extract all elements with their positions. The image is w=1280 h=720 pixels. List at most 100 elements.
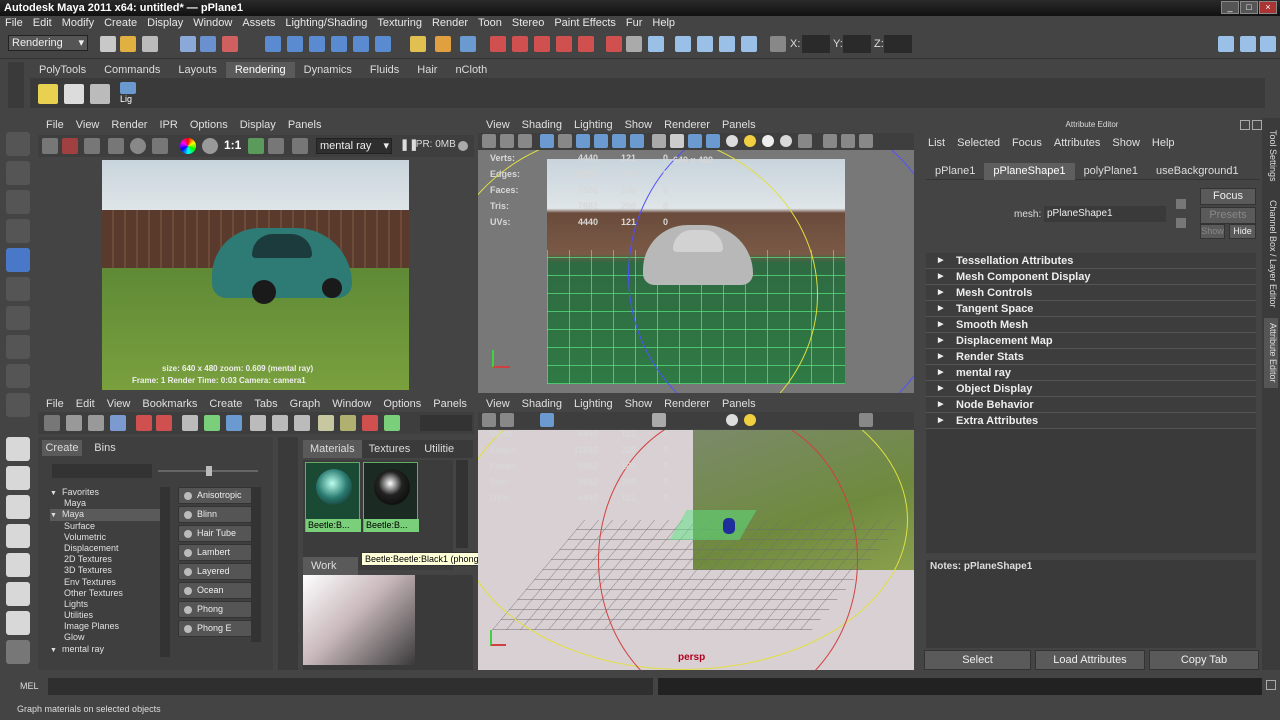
attr-menu-selected[interactable]: Selected <box>951 136 1006 151</box>
textured-icon[interactable] <box>706 134 720 148</box>
use-default-lighting-icon[interactable] <box>726 135 738 147</box>
menu-assets[interactable]: Assets <box>237 16 280 31</box>
camera-viewport[interactable]: Verts: Edges: Faces: Tris: UVs: 4440 11993 758… <box>478 150 914 393</box>
select-object-icon[interactable] <box>200 36 216 52</box>
show-bottom-tabs-icon[interactable] <box>88 415 104 431</box>
viewport-menu-lighting[interactable]: Lighting <box>568 118 619 133</box>
render-view-menu-ipr[interactable]: IPR <box>153 118 183 133</box>
shadows-icon[interactable] <box>762 135 774 147</box>
z-field[interactable] <box>884 35 912 53</box>
menu-stereo[interactable]: Stereo <box>507 16 549 31</box>
snapshot-icon[interactable] <box>84 138 100 154</box>
toggle-create-bar-icon[interactable] <box>44 415 60 431</box>
rearrange-graph-icon[interactable] <box>204 415 220 431</box>
material-ocean-shader[interactable]: Ocean Shader <box>178 582 252 610</box>
viewport-menu-shading[interactable]: Shading <box>516 397 568 412</box>
volume-light-icon[interactable] <box>120 82 136 94</box>
output-node-icon[interactable] <box>1176 218 1186 228</box>
save-scene-icon[interactable] <box>142 36 158 52</box>
show-hide-icon[interactable] <box>606 36 622 52</box>
alpha-channel-icon[interactable] <box>202 138 218 154</box>
image-plane-icon[interactable] <box>540 413 554 427</box>
hypershade-menu-edit[interactable]: Edit <box>70 397 101 412</box>
lighting-icon[interactable] <box>780 135 792 147</box>
minimize-button[interactable]: _ <box>1221 1 1239 14</box>
graph-output-icon[interactable] <box>156 415 172 431</box>
materials-scrollbar[interactable] <box>456 460 468 548</box>
material-scrollbar[interactable] <box>251 487 261 642</box>
refresh-icon[interactable] <box>130 138 146 154</box>
ipr-render-icon[interactable] <box>512 36 528 52</box>
spotlight-icon[interactable] <box>64 84 84 104</box>
shelf-tab-rendering[interactable]: Rendering <box>225 62 295 78</box>
single-perspective-layout-icon[interactable] <box>6 437 30 461</box>
presets-button[interactable]: Presets <box>1200 207 1256 224</box>
rgb-channels-icon[interactable] <box>180 138 196 154</box>
render-view-menu-render[interactable]: Render <box>105 118 153 133</box>
paint-select-icon[interactable] <box>6 190 30 214</box>
construction-history-icon[interactable] <box>410 36 426 52</box>
menuset-dropdown[interactable]: Rendering ▾ <box>8 35 88 51</box>
persp-viewport[interactable]: Verts: Edges: Faces: Tris: UVs: 4440 11993 758… <box>478 430 914 670</box>
graph-input-icon[interactable] <box>136 415 152 431</box>
output-connections-icon[interactable] <box>272 415 288 431</box>
new-scene-icon[interactable] <box>100 36 116 52</box>
smooth-shade-icon[interactable] <box>670 134 684 148</box>
viewport-menu-panels[interactable]: Panels <box>716 397 762 412</box>
field-chart-icon[interactable] <box>630 134 644 148</box>
manipulator-tool-icon[interactable] <box>6 306 30 330</box>
tree-item-2d-textures[interactable]: 2D Textures <box>50 554 170 565</box>
rotate-tool-icon[interactable] <box>6 248 30 272</box>
shelf-tab-hair[interactable]: Hair <box>408 62 446 78</box>
close-panel-icon[interactable] <box>1252 120 1262 130</box>
clear-graph-icon[interactable] <box>182 415 198 431</box>
input-node-icon[interactable] <box>1176 199 1186 209</box>
scale-tool-icon[interactable] <box>6 277 30 301</box>
camera-select-icon[interactable] <box>292 138 308 154</box>
snap-surface-icon[interactable] <box>353 36 369 52</box>
panel-settings-icon[interactable] <box>859 413 873 427</box>
show-top-tabs-icon[interactable] <box>66 415 82 431</box>
focus-button[interactable]: Focus <box>1200 188 1256 205</box>
map-icon[interactable] <box>384 415 400 431</box>
menu-texturing[interactable]: Texturing <box>372 16 427 31</box>
menu-paint-effects[interactable]: Paint Effects <box>549 16 621 31</box>
notes-area[interactable]: Notes: pPlaneShape1 <box>926 560 1256 648</box>
outliner-icon[interactable] <box>741 36 757 52</box>
gate-mask-icon[interactable] <box>612 134 626 148</box>
wireframe-icon[interactable] <box>652 413 666 427</box>
hypershade-menu-view[interactable]: View <box>101 397 137 412</box>
material-layered-shad[interactable]: Layered Shad <box>178 563 252 591</box>
copy-tab-button[interactable]: Copy Tab <box>1149 650 1259 670</box>
open-scene-icon[interactable] <box>120 36 136 52</box>
menu-render[interactable]: Render <box>427 16 473 31</box>
menu-help[interactable]: Help <box>647 16 680 31</box>
expand-arrow-icon[interactable]: ▼ <box>50 645 62 656</box>
use-all-lights-icon[interactable] <box>744 135 756 147</box>
select-camera-icon[interactable] <box>482 413 496 427</box>
hypershade-menu-bookmarks[interactable]: Bookmarks <box>136 397 203 412</box>
viewport-menu-show[interactable]: Show <box>619 118 659 133</box>
hypershade-icon[interactable] <box>556 36 572 52</box>
select-camera-icon[interactable] <box>482 134 496 148</box>
section-tessellation-attributes[interactable]: Tessellation Attributes <box>926 253 1256 269</box>
float-panel-icon[interactable] <box>1240 120 1250 130</box>
select-component-icon[interactable] <box>222 36 238 52</box>
swatch-1[interactable]: Beetle:B... <box>305 462 361 532</box>
attr-menu-list[interactable]: List <box>922 136 951 151</box>
section-tangent-space[interactable]: Tangent Space <box>926 301 1256 317</box>
tree-item-volumetric[interactable]: Volumetric <box>50 532 170 543</box>
material-phong[interactable]: Phong <box>178 601 252 618</box>
section-extra-attributes[interactable]: Extra Attributes <box>926 413 1256 429</box>
mesh-name-field[interactable]: pPlaneShape1 <box>1044 206 1166 222</box>
last-tool-icon[interactable] <box>6 393 30 417</box>
viewport-menu-lighting[interactable]: Lighting <box>568 397 619 412</box>
tree-item-maya[interactable]: Maya <box>50 498 170 509</box>
render-view-menu-file[interactable]: File <box>40 118 70 133</box>
hypershade-menu-graph[interactable]: Graph <box>284 397 327 412</box>
snap-curve-icon[interactable] <box>287 36 303 52</box>
grid-icon[interactable] <box>558 134 572 148</box>
node-tab-pplane1[interactable]: pPlane1 <box>926 163 984 180</box>
panel-settings-icon[interactable] <box>859 134 873 148</box>
tree-item-displacement[interactable]: Displacement <box>50 543 170 554</box>
